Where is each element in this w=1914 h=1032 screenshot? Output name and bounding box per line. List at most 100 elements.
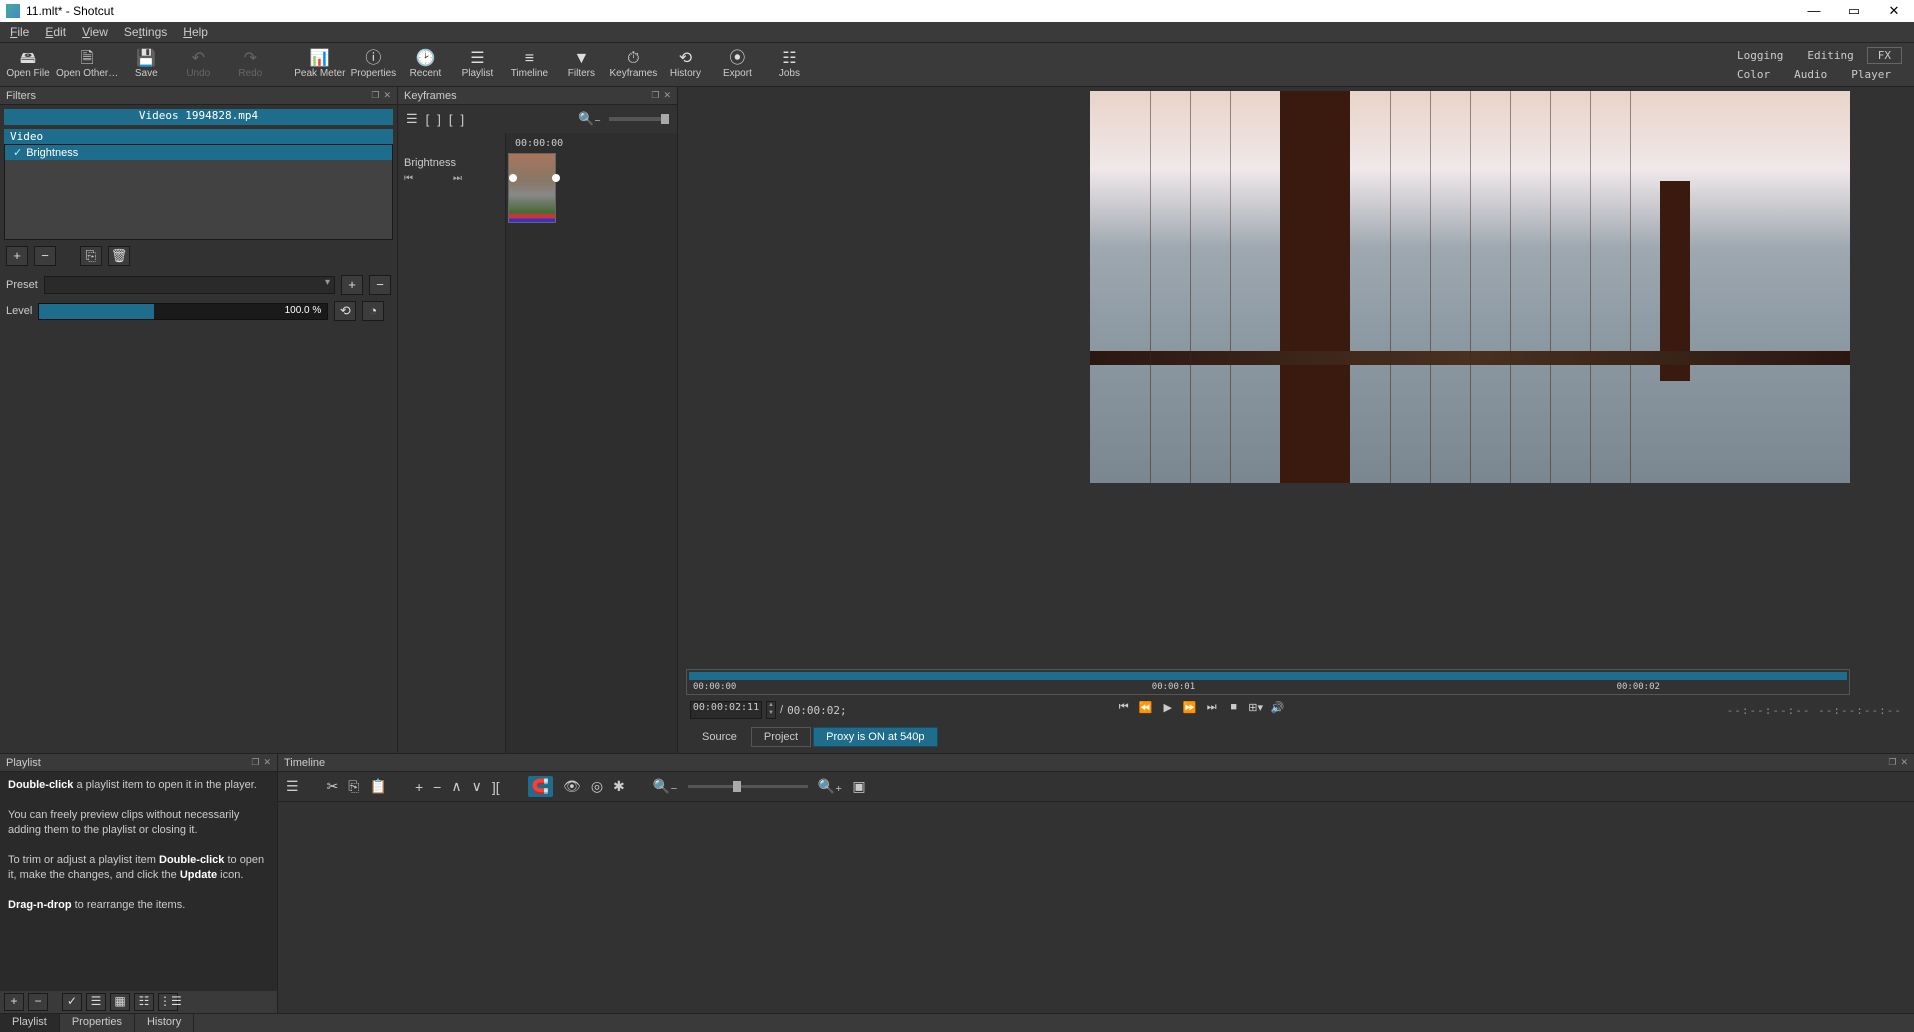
kf-next-button[interactable]: ⏭ bbox=[453, 173, 462, 184]
bracket-right-icon[interactable]: ] bbox=[437, 112, 441, 127]
split-icon[interactable]: ][ bbox=[492, 779, 500, 795]
tab-editing[interactable]: Editing bbox=[1796, 47, 1864, 64]
scrub-icon[interactable]: 👁 bbox=[563, 778, 581, 795]
keyframes-button[interactable]: ⏱Keyframes bbox=[609, 45, 657, 85]
playlist-add-button[interactable]: + bbox=[4, 993, 24, 1011]
peak-meter-button[interactable]: 📊Peak Meter bbox=[294, 45, 345, 85]
copy-icon[interactable]: ⎘ bbox=[348, 778, 359, 795]
stop-button[interactable]: ■ bbox=[1225, 701, 1243, 719]
playlist-view-grid-button[interactable]: ▦ bbox=[110, 993, 130, 1011]
bottom-tab-history[interactable]: History bbox=[135, 1014, 194, 1032]
menu-edit[interactable]: Edit bbox=[39, 23, 72, 41]
timeline-tracks-area[interactable] bbox=[278, 802, 1914, 1013]
grid-dropdown[interactable]: ⊞▾ bbox=[1247, 701, 1265, 719]
keyframe-marker[interactable] bbox=[552, 174, 560, 182]
paste-icon[interactable]: 📋 bbox=[370, 778, 387, 795]
fast-forward-button[interactable]: ⏩ bbox=[1181, 701, 1199, 719]
timeline-menu-icon[interactable]: ☰ bbox=[286, 778, 299, 795]
remove-filter-button[interactable]: − bbox=[34, 246, 56, 266]
export-button[interactable]: ⦿Export bbox=[713, 45, 761, 85]
tab-logging[interactable]: Logging bbox=[1726, 47, 1794, 64]
zoom-in-icon[interactable]: 🔍₊ bbox=[818, 778, 843, 795]
remove-icon[interactable]: − bbox=[433, 779, 441, 795]
undock-icon[interactable]: ❐ bbox=[651, 90, 659, 101]
save-button[interactable]: 💾Save bbox=[122, 45, 170, 85]
add-filter-button[interactable]: + bbox=[6, 246, 28, 266]
menu-settings[interactable]: Settings bbox=[118, 23, 173, 41]
snap-icon[interactable]: 🧲 bbox=[528, 776, 553, 797]
playlist-menu-button[interactable]: ⋮☰ bbox=[158, 993, 178, 1011]
playlist-button[interactable]: ☰Playlist bbox=[453, 45, 501, 85]
playlist-view-list-button[interactable]: ☰ bbox=[86, 993, 106, 1011]
jobs-button[interactable]: ☷Jobs bbox=[765, 45, 813, 85]
menu-icon[interactable]: ☰ bbox=[406, 111, 418, 127]
zoom-out-icon[interactable]: 🔍₋ bbox=[653, 778, 678, 795]
append-icon[interactable]: + bbox=[415, 779, 423, 795]
keyframes-zoom-slider[interactable] bbox=[609, 117, 669, 121]
timeline-zoom-slider[interactable] bbox=[688, 785, 808, 788]
bottom-tab-properties[interactable]: Properties bbox=[60, 1014, 135, 1032]
tab-project[interactable]: Project bbox=[751, 727, 811, 747]
close-panel-icon[interactable]: ✕ bbox=[383, 90, 391, 101]
video-preview[interactable] bbox=[1090, 91, 1850, 483]
close-panel-icon[interactable]: ✕ bbox=[663, 90, 671, 101]
minimize-button[interactable]: — bbox=[1794, 0, 1834, 22]
filter-item-brightness[interactable]: ✓Brightness bbox=[5, 145, 392, 160]
proxy-badge[interactable]: Proxy is ON at 540p bbox=[813, 727, 937, 747]
lift-up-icon[interactable]: ∧ bbox=[451, 778, 461, 795]
undock-icon[interactable]: ❐ bbox=[371, 90, 379, 101]
keyframe-track[interactable]: 00:00:00 bbox=[506, 133, 677, 753]
copy-filter-button[interactable]: ⎘ bbox=[80, 246, 102, 266]
properties-button[interactable]: ⓘProperties bbox=[349, 45, 397, 85]
zoom-fit-icon[interactable]: ▣ bbox=[852, 778, 865, 795]
menu-view[interactable]: View bbox=[76, 23, 114, 41]
bracket-left2-icon[interactable]: [ bbox=[449, 112, 453, 127]
history-button[interactable]: ⟲History bbox=[661, 45, 709, 85]
kf-prev-button[interactable]: ⏮ bbox=[404, 173, 413, 184]
playlist-remove-button[interactable]: − bbox=[28, 993, 48, 1011]
preset-add-button[interactable]: + bbox=[341, 275, 363, 295]
ripple-all-icon[interactable]: ✱ bbox=[613, 778, 625, 795]
preset-select[interactable] bbox=[44, 276, 335, 294]
current-time-input[interactable]: 00:00:02:11 bbox=[690, 701, 762, 719]
play-button[interactable]: ▶ bbox=[1159, 701, 1177, 719]
paste-filter-button[interactable]: 🗑 bbox=[108, 246, 130, 266]
redo-button[interactable]: ↷Redo bbox=[226, 45, 274, 85]
bottom-tab-playlist[interactable]: Playlist bbox=[0, 1014, 60, 1032]
zoom-out-icon[interactable]: 🔍₋ bbox=[578, 111, 601, 127]
undo-button[interactable]: ↶Undo bbox=[174, 45, 222, 85]
open-other-button[interactable]: 🗎Open Other… bbox=[56, 45, 118, 85]
menu-file[interactable]: File bbox=[4, 23, 35, 41]
undock-icon[interactable]: ❐ bbox=[1888, 757, 1896, 768]
lift-down-icon[interactable]: ∨ bbox=[472, 778, 482, 795]
tab-player[interactable]: Player bbox=[1840, 66, 1902, 83]
recent-button[interactable]: 🕑Recent bbox=[401, 45, 449, 85]
player-scrubber[interactable]: 00:00:00 00:00:01 00:00:02 bbox=[686, 669, 1850, 695]
rewind-button[interactable]: ⏪ bbox=[1137, 701, 1155, 719]
timeline-button[interactable]: ≡Timeline bbox=[505, 45, 553, 85]
close-panel-icon[interactable]: ✕ bbox=[1900, 757, 1908, 768]
volume-button[interactable]: 🔊 bbox=[1269, 701, 1287, 719]
maximize-button[interactable]: ▭ bbox=[1834, 0, 1874, 22]
tab-audio[interactable]: Audio bbox=[1783, 66, 1838, 83]
menu-help[interactable]: Help bbox=[177, 23, 214, 41]
level-keyframe-button[interactable]: ◔ bbox=[362, 301, 384, 321]
tab-fx[interactable]: FX bbox=[1867, 47, 1902, 64]
time-stepper[interactable]: ▲▼ bbox=[766, 701, 776, 719]
preset-remove-button[interactable]: − bbox=[369, 275, 391, 295]
undock-icon[interactable]: ❐ bbox=[251, 757, 259, 768]
level-reset-button[interactable]: ⟲ bbox=[334, 301, 356, 321]
filters-button[interactable]: ▼Filters bbox=[557, 45, 605, 85]
bracket-right2-icon[interactable]: ] bbox=[461, 112, 465, 127]
level-slider[interactable]: 100.0 % bbox=[38, 303, 328, 320]
playlist-update-button[interactable]: ✓ bbox=[62, 993, 82, 1011]
close-button[interactable]: ✕ bbox=[1874, 0, 1914, 22]
tab-color[interactable]: Color bbox=[1726, 66, 1781, 83]
cut-icon[interactable]: ✂ bbox=[327, 778, 339, 795]
skip-start-button[interactable]: ⏮ bbox=[1115, 701, 1133, 719]
keyframe-clip[interactable] bbox=[508, 153, 556, 223]
playlist-view-icons-button[interactable]: ☷ bbox=[134, 993, 154, 1011]
close-panel-icon[interactable]: ✕ bbox=[263, 757, 271, 768]
tab-source[interactable]: Source bbox=[690, 728, 749, 746]
skip-end-button[interactable]: ⏭ bbox=[1203, 701, 1221, 719]
